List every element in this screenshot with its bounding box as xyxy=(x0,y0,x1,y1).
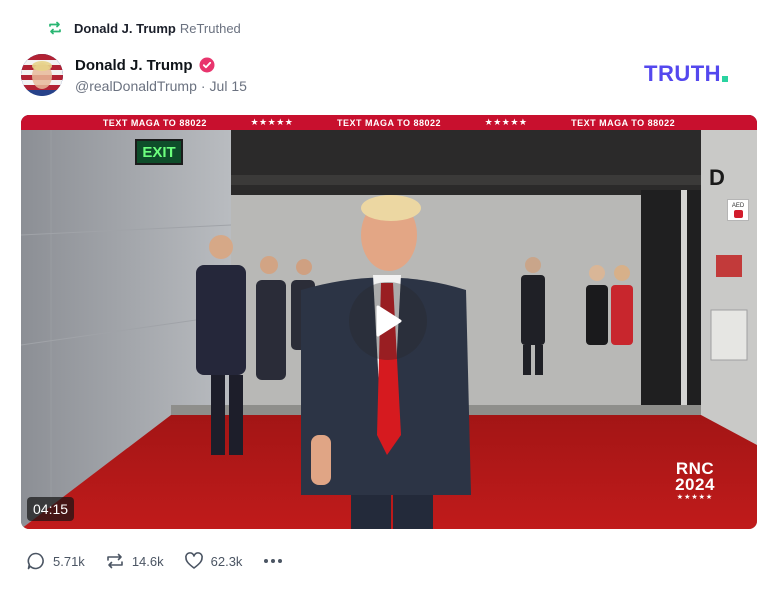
like-button[interactable]: 62.3k xyxy=(184,551,243,571)
like-count: 62.3k xyxy=(210,553,243,569)
banner-segment: ★★★★★ xyxy=(250,117,294,127)
more-button[interactable] xyxy=(264,559,283,563)
retruth-user-name[interactable]: Donald J. Trump xyxy=(74,21,176,36)
post-date[interactable]: Jul 15 xyxy=(210,78,247,94)
retruth-button[interactable]: 14.6k xyxy=(105,551,164,571)
exit-sign-label: EXIT xyxy=(142,143,176,161)
retruth-count: 14.6k xyxy=(131,553,164,569)
avatar[interactable] xyxy=(21,54,63,96)
banner-segment: TEXT MAGA TO 88022 xyxy=(571,117,676,128)
reply-count: 5.71k xyxy=(53,553,85,569)
banner-segment: TEXT MAGA TO 88022 xyxy=(336,117,441,128)
retruth-header: Donald J. Trump ReTruthed xyxy=(47,19,241,37)
truth-logo-dot xyxy=(722,76,729,82)
banner-segment: ★★★★★ xyxy=(484,117,528,127)
rnc-badge-line2: 2024 xyxy=(675,475,715,494)
heart-icon xyxy=(184,551,204,571)
reply-icon xyxy=(26,551,46,571)
play-button[interactable] xyxy=(349,282,427,360)
retruth-icon xyxy=(105,551,125,571)
more-icon-dot xyxy=(271,559,276,563)
truth-logo[interactable]: TRUTH xyxy=(644,61,729,86)
video-player[interactable]: TEXT MAGA TO 88022 ★★★★★ TEXT MAGA TO 88… xyxy=(21,115,757,529)
aed-sign: AED xyxy=(727,199,749,221)
verified-badge-icon xyxy=(199,57,215,73)
video-duration: 04:15 xyxy=(27,497,75,521)
aed-heart-icon xyxy=(733,209,743,218)
retruth-action-label: ReTruthed xyxy=(179,20,241,36)
exit-sign: EXIT xyxy=(135,139,183,165)
banner-segment: TEXT MAGA TO 88022 xyxy=(102,117,207,128)
more-icon xyxy=(264,559,269,563)
reply-button[interactable]: 5.71k xyxy=(26,551,85,571)
rnc-badge-stars: ★★★★★ xyxy=(676,494,714,501)
video-banner: TEXT MAGA TO 88022 ★★★★★ TEXT MAGA TO 88… xyxy=(21,115,757,130)
author-name[interactable]: Donald J. Trump xyxy=(75,57,193,74)
door-letter: D xyxy=(709,165,725,190)
author-handle[interactable]: @realDonaldTrump xyxy=(75,78,197,94)
aed-label: AED xyxy=(731,202,745,209)
meta-separator: · xyxy=(200,77,206,94)
post-author: Donald J. Trump @realDonaldTrump · Jul 1… xyxy=(21,54,247,96)
play-icon xyxy=(376,305,402,337)
rnc-badge: RNC 2024 ★★★★★ xyxy=(669,460,721,501)
truth-logo-text: TRUTH xyxy=(644,61,722,86)
more-icon-dot xyxy=(278,559,283,563)
retruth-icon xyxy=(47,20,63,36)
post-actions: 5.71k 14.6k 62.3k xyxy=(26,550,283,572)
